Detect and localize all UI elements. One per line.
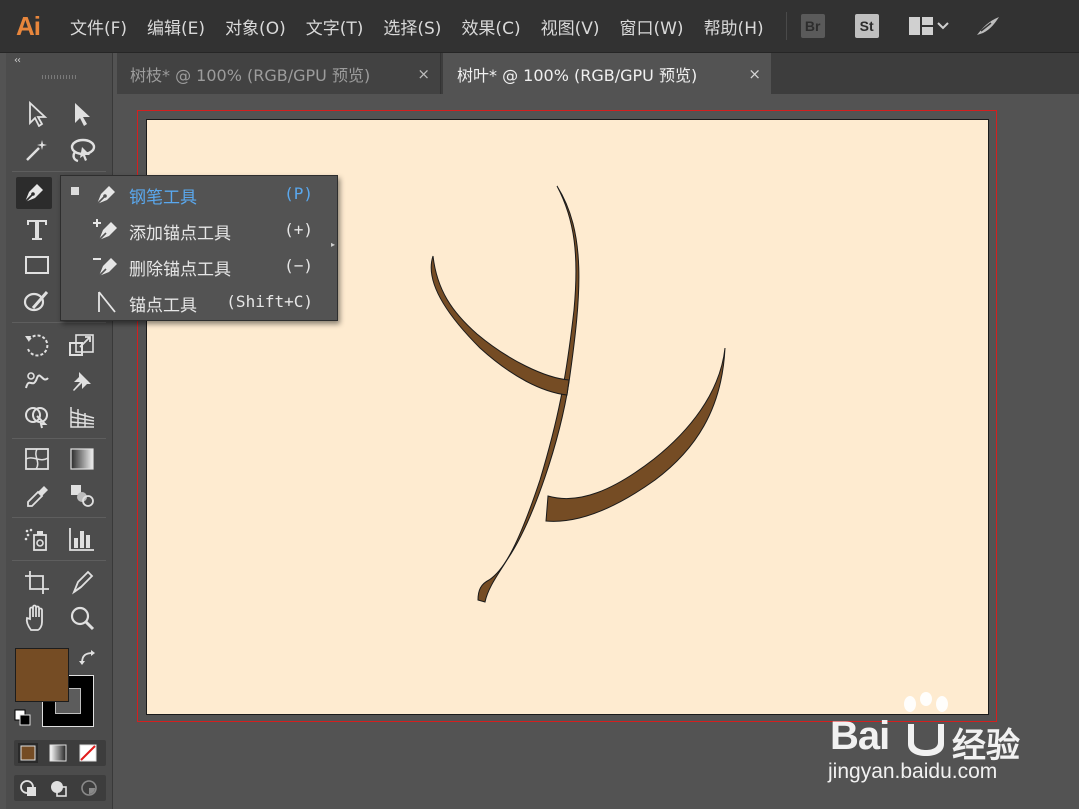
watermark-url: jingyan.baidu.com [828,760,998,783]
flyout-label: 钢笔工具 [129,188,197,208]
flyout-shortcut: (Shift+C) [226,292,313,311]
baidu-watermark: Bai 经验 jingyan.baidu.com [828,692,1028,792]
add-anchor-icon [93,219,117,241]
flyout-shortcut: (−) [284,256,313,275]
flyout-item-anchor-point[interactable]: 锚点工具 (Shift+C) [61,284,325,320]
right-branch [545,347,726,522]
flyout-tearoff-arrow-icon[interactable]: ▸ [331,240,335,249]
flyout-shortcut: (+) [284,220,313,239]
flyout-shortcut: (P) [284,184,313,203]
pen-icon [96,186,115,205]
branch-artwork[interactable] [0,0,1079,809]
flyout-label: 添加锚点工具 [129,224,231,244]
flyout-label: 锚点工具 [129,296,197,316]
flyout-item-pen-tool[interactable]: 钢笔工具 (P) [61,176,325,212]
anchor-point-icon [98,291,116,313]
flyout-item-add-anchor[interactable]: 添加锚点工具 (+) [61,212,325,248]
pen-tool-flyout: 钢笔工具 (P) 添加锚点工具 (+) 删除锚点工具 (−) 锚点工具 (Shi… [60,175,338,321]
flyout-label: 删除锚点工具 [129,260,231,280]
flyout-item-delete-anchor[interactable]: 删除锚点工具 (−) [61,248,325,284]
left-branch [430,255,570,396]
selected-bullet-icon [71,187,79,195]
delete-anchor-icon [93,258,117,277]
watermark-brand: Bai [830,714,890,758]
du-paw-icon [908,724,944,756]
